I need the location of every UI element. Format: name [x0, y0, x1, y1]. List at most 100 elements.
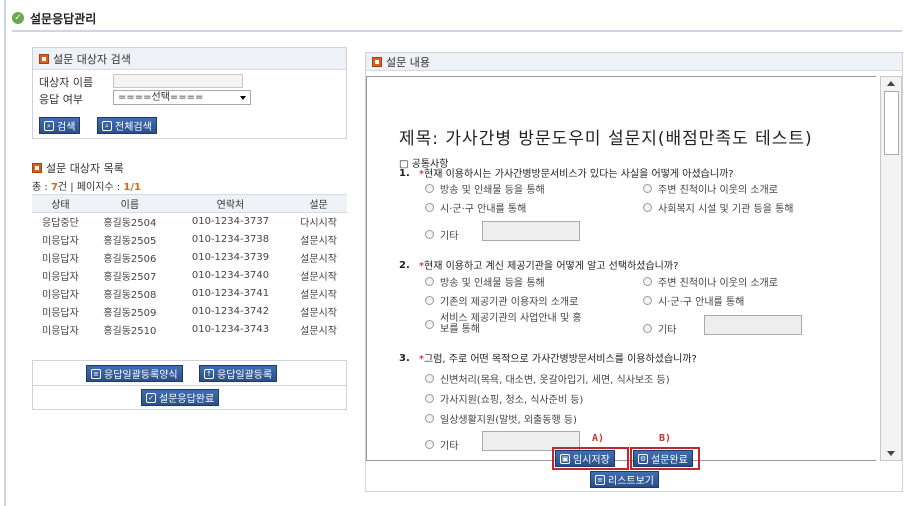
list-view-label: 리스트보기 [608, 476, 654, 487]
row-status: 응답중단 [42, 218, 79, 230]
count-prefix: 총 : [32, 182, 51, 193]
radio-button[interactable] [425, 319, 434, 329]
row-name[interactable]: 홍길동2506 [89, 249, 171, 267]
radio-button[interactable] [425, 230, 434, 239]
response-select[interactable]: ====선택==== [113, 90, 251, 105]
radio-button[interactable] [425, 277, 434, 286]
temp-save-label: 임시저장 [573, 455, 610, 466]
row-phone: 010-1234-3741 [191, 288, 270, 299]
question-3-text: 그럼, 주로 어떤 목적으로 가사간병방문서비스를 이용하셨습니까? [424, 354, 697, 365]
magnifier-icon: ⌕ [102, 120, 112, 131]
option-radio[interactable]: 기존의 제공기관 이용자의 소개로 [425, 293, 578, 308]
option-label-wrap: 서비스 제공기관의 사업안내 및 홍 보를 통해 [440, 313, 582, 335]
annotation-b: B) [659, 433, 672, 444]
option-label-line-2: 보를 통해 [440, 324, 480, 335]
question-text: *현재 이용하고 계신 제공기관을 어떻게 알고 선택하셨습니까? [419, 261, 679, 272]
option-label: 시·군·구 안내를 통해 [440, 204, 527, 215]
complete-response-label: 설문응답완료 [159, 394, 215, 405]
gear-icon: ⚙ [638, 453, 648, 464]
bulk-register-button[interactable]: ↑ 응답일괄등록 [199, 365, 278, 382]
bulk-action-box: ≡ 응답일괄등록양식 ↑ 응답일괄등록 ✓ 설문응답완료 [32, 360, 347, 410]
option-radio[interactable]: 신변처리(목욕, 대소변, 옷갈아입기, 세면, 식사보조 등) [425, 371, 670, 386]
option-radio[interactable]: 서비스 제공기관의 사업안내 및 홍 보를 통해 [425, 313, 582, 335]
row-status: 미응답자 [42, 326, 79, 337]
radio-button[interactable] [425, 414, 434, 423]
row-name[interactable]: 홍길동2507 [89, 267, 171, 285]
row-name[interactable]: 홍길동2504 [89, 213, 171, 231]
col-header-phone: 연락처 [170, 194, 291, 213]
row-phone: 010-1234-3739 [191, 252, 270, 263]
question-number: 2. [399, 260, 410, 271]
row-survey-action[interactable]: 설문시작 [290, 321, 347, 339]
search-button[interactable]: ⌕ 검색 [39, 117, 81, 134]
row-survey-action[interactable]: 설문시작 [290, 249, 347, 267]
content-panel-header: 설문 내용 [366, 53, 902, 71]
option-radio[interactable]: 시·군·구 안내를 통해 [425, 200, 526, 215]
option-radio[interactable]: 기타 [643, 321, 676, 336]
radio-button[interactable] [425, 440, 434, 449]
save-icon: ▣ [560, 453, 570, 464]
row-name[interactable]: 홍길동2510 [89, 321, 171, 339]
question-text: *현재 이용하시는 가사간병방문서비스가 있다는 사실을 어떻게 아셨습니까? [419, 169, 734, 180]
vertical-scrollbar[interactable] [880, 76, 902, 461]
option-radio[interactable]: 가사지원(쇼핑, 청소, 식사준비 등) [425, 391, 583, 406]
survey-scroll-area[interactable]: 제목: 가사간병 방문도우미 설문지(배점만족도 테스트) □ 공통사항 1. … [366, 76, 876, 461]
scroll-thumb[interactable] [884, 91, 899, 155]
search-panel: 설문 대상자 검색 대상자 이름 응답 여부 ====선택==== ⌕ 검색 ⌕… [32, 47, 347, 139]
row-name[interactable]: 홍길동2505 [89, 231, 171, 249]
survey-frame: 제목: 가사간병 방문도우미 설문지(배점만족도 테스트) □ 공통사항 1. … [366, 76, 902, 461]
table-row: 미응답자 홍길동2510 010-1234-3743 설문시작 [32, 321, 347, 339]
row-survey-action[interactable]: 설문시작 [290, 303, 347, 321]
option-radio[interactable]: 시·군·구 안내를 통해 [643, 293, 744, 308]
row-phone: 010-1234-3737 [191, 216, 270, 228]
row-survey-action[interactable]: 설문시작 [290, 285, 347, 303]
radio-button[interactable] [643, 324, 652, 333]
table-header-row: 상태 이름 연락처 설문 [32, 194, 347, 213]
row-status: 미응답자 [42, 254, 79, 265]
question-number: 1. [399, 168, 410, 179]
option-radio[interactable]: 방송 및 인쇄물 등을 통해 [425, 274, 545, 289]
list-view-button[interactable]: ≡ 리스트보기 [590, 471, 659, 488]
complete-response-button[interactable]: ✓ 설문응답완료 [141, 389, 220, 406]
row-survey-action[interactable]: 설문시작 [290, 231, 347, 249]
option-radio[interactable]: 기타 [425, 437, 458, 452]
row-phone: 010-1234-3740 [191, 270, 270, 281]
radio-button[interactable] [425, 296, 434, 305]
col-header-name: 이름 [88, 194, 171, 213]
option-radio[interactable]: 방송 및 인쇄물 등을 통해 [425, 181, 545, 196]
option-label: 일상생활지원(말벗, 외출동행 등) [440, 415, 577, 426]
option-radio[interactable]: 일상생활지원(말벗, 외출동행 등) [425, 411, 577, 426]
radio-button[interactable] [425, 203, 434, 212]
left-frame-border [0, 0, 6, 506]
radio-button[interactable] [425, 394, 434, 403]
name-input[interactable] [113, 74, 243, 88]
row-name[interactable]: 홍길동2508 [89, 285, 171, 303]
bulk-form-button[interactable]: ≡ 응답일괄등록양식 [86, 365, 183, 382]
bulk-form-label: 응답일괄등록양식 [104, 370, 178, 381]
search-all-button[interactable]: ⌕ 전체검색 [97, 117, 157, 134]
option-label: 방송 및 인쇄물 등을 통해 [440, 278, 545, 289]
page-value: 1/1 [123, 182, 141, 193]
row-name[interactable]: 홍길동2509 [89, 303, 171, 321]
option-radio[interactable]: 기타 [425, 227, 458, 242]
section-bullet-icon [372, 56, 382, 67]
etc-text-input[interactable] [482, 221, 580, 241]
etc-text-input[interactable] [704, 315, 802, 335]
temp-save-button[interactable]: ▣ 임시저장 [555, 450, 615, 467]
option-radio[interactable]: 주변 친척이나 이웃의 소개로 [643, 274, 778, 289]
option-radio[interactable]: 사회복지 시설 및 기관 등을 통해 [643, 200, 794, 215]
radio-button[interactable] [643, 184, 652, 193]
radio-button[interactable] [643, 296, 652, 305]
question-2-text: 현재 이용하고 계신 제공기관을 어떻게 알고 선택하셨습니까? [424, 261, 679, 272]
radio-button[interactable] [425, 184, 434, 193]
radio-button[interactable] [643, 277, 652, 286]
scroll-up-arrow-icon[interactable] [887, 81, 895, 86]
radio-button[interactable] [425, 374, 434, 383]
radio-button[interactable] [643, 203, 652, 212]
row-survey-action[interactable]: 다시시작 [290, 213, 347, 231]
option-radio[interactable]: 주변 친척이나 이웃의 소개로 [643, 181, 778, 196]
row-survey-action[interactable]: 설문시작 [290, 267, 347, 285]
scroll-down-arrow-icon[interactable] [887, 451, 895, 456]
target-list-panel: 설문 대상자 목록 총 : 7건 | 페이지수 : 1/1 상태 이름 연락처 … [32, 160, 347, 350]
survey-complete-button[interactable]: ⚙ 설문완료 [633, 450, 693, 467]
